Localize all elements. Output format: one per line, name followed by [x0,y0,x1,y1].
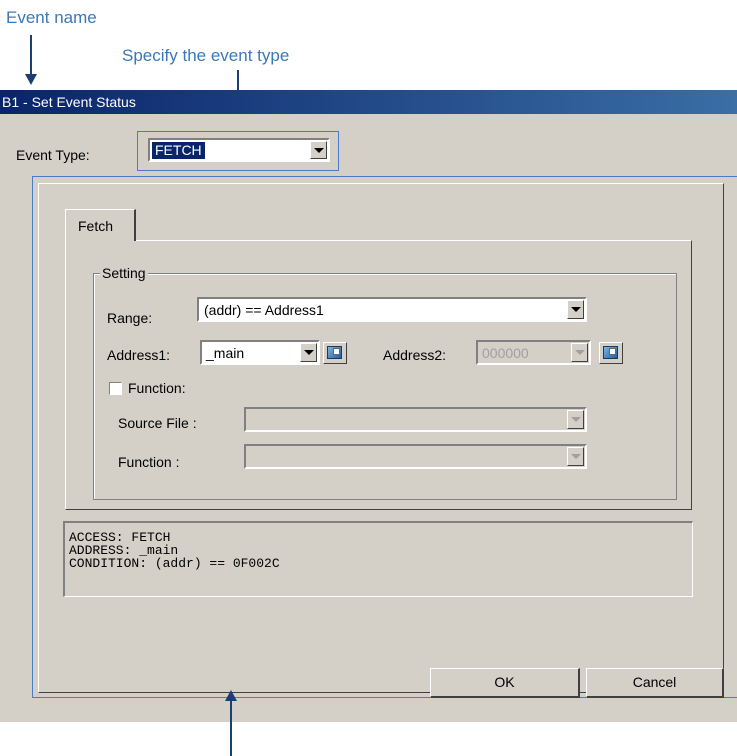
address1-browse-button[interactable] [323,342,347,364]
address2-value: 000000 [482,345,529,361]
range-label: Range: [107,310,153,326]
address1-select[interactable]: _main [200,340,320,365]
address2-label: Address2: [383,347,447,363]
function-label: Function : [118,454,180,470]
status-line-condition: CONDITION: (addr) == 0F002C [69,556,280,571]
event-type-label: Event Type: [16,147,90,163]
source-file-label: Source File : [118,415,197,431]
title-bar[interactable]: B1 - Set Event Status [0,90,737,114]
event-name-arrow-line [30,35,32,75]
function-checkbox[interactable] [109,382,122,395]
address2-browse-button[interactable] [599,342,623,364]
chevron-down-icon[interactable] [567,447,584,466]
tab-fetch-label: Fetch [78,218,114,234]
chevron-down-icon[interactable] [300,343,317,362]
address1-value: _main [206,345,245,361]
chevron-down-icon[interactable] [310,141,327,159]
function-select[interactable] [244,444,587,469]
cancel-button[interactable]: Cancel [586,668,724,698]
setting-group-label: Setting [100,265,148,281]
function-checkbox-label: Function: [128,380,186,396]
event-type-select[interactable]: FETCH [148,138,330,162]
chevron-down-icon[interactable] [571,343,588,362]
chevron-down-icon[interactable] [567,300,584,319]
symbol-browse-icon [327,346,342,359]
ok-button[interactable]: OK [430,668,580,698]
tab-fetch[interactable]: Fetch [65,209,136,241]
source-file-select[interactable] [244,407,587,432]
condition-summary-box: ACCESS: FETCH ADDRESS: _main CONDITION: … [63,521,693,597]
event-type-annotation: Specify the event type [122,46,290,65]
event-name-arrowhead [25,74,37,85]
event-name-annotation: Event name [6,8,97,27]
range-select[interactable]: (addr) == Address1 [197,297,587,322]
event-type-value: FETCH [152,142,205,159]
address2-select[interactable]: 000000 [476,340,591,365]
range-value: (addr) == Address1 [204,302,324,318]
settings-area-arrow-line [230,700,232,756]
window-title: B1 - Set Event Status [2,94,136,110]
symbol-browse-icon [603,346,618,359]
chevron-down-icon[interactable] [567,410,584,429]
set-event-status-dialog: B1 - Set Event Status Event Type: FETCH … [0,90,737,722]
address1-label: Address1: [107,347,171,363]
